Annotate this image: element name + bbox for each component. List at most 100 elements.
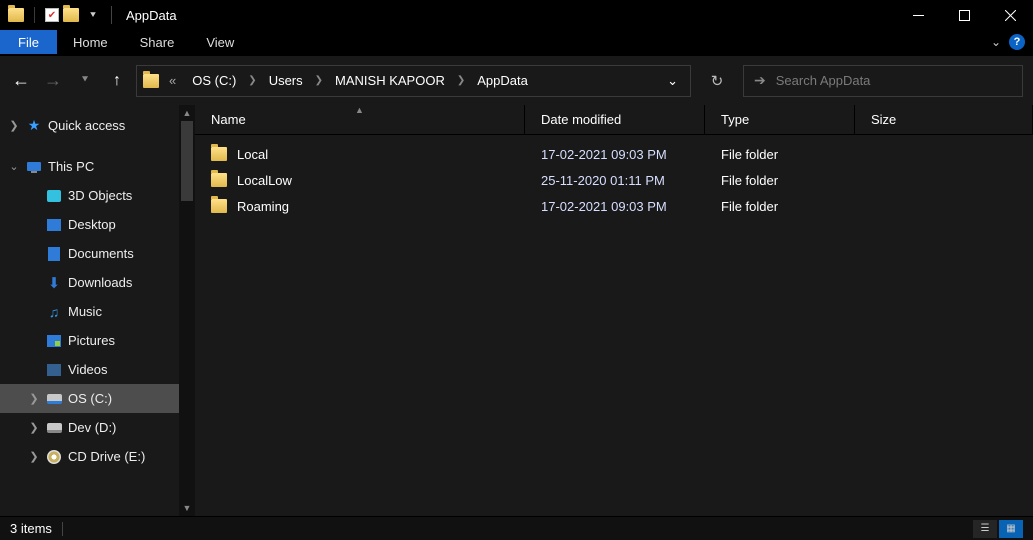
separator	[111, 6, 112, 24]
breadcrumb-item[interactable]: MANISH KAPOOR	[329, 73, 451, 88]
file-row[interactable]: Roaming 17-02-2021 09:03 PM File folder	[195, 193, 1033, 219]
pictures-icon	[46, 333, 62, 349]
file-row[interactable]: Local 17-02-2021 09:03 PM File folder	[195, 141, 1033, 167]
downloads-icon: ⬇	[46, 275, 62, 291]
tab-home[interactable]: Home	[57, 30, 124, 54]
tree-label: Quick access	[48, 118, 125, 133]
tree-label: Desktop	[68, 217, 116, 232]
search-icon: ➔	[754, 72, 766, 89]
help-button[interactable]: ?	[1009, 34, 1025, 50]
search-box[interactable]: ➔	[743, 65, 1023, 97]
tree-label: 3D Objects	[68, 188, 132, 203]
column-label: Size	[871, 112, 896, 127]
tree-label: Downloads	[68, 275, 132, 290]
scrollbar-thumb[interactable]	[181, 121, 193, 201]
file-date: 25-11-2020 01:11 PM	[525, 173, 705, 188]
breadcrumb-overflow[interactable]: «	[163, 73, 182, 88]
qat-dropdown-icon[interactable]: ⯆	[89, 10, 97, 21]
status-bar: 3 items ☰ ▦	[0, 516, 1033, 540]
breadcrumb-item[interactable]: Users	[263, 73, 309, 88]
this-pc-icon	[26, 159, 42, 175]
tree-item-music[interactable]: ♫ Music	[0, 297, 195, 326]
column-label: Name	[211, 112, 246, 127]
tab-share[interactable]: Share	[124, 30, 191, 54]
file-name: Roaming	[237, 199, 289, 214]
address-bar[interactable]: « OS (C:) ❯ Users ❯ MANISH KAPOOR ❯ AppD…	[136, 65, 691, 97]
column-type[interactable]: Type	[705, 105, 855, 134]
folder-icon	[211, 172, 227, 188]
expand-icon[interactable]: ❯	[8, 119, 20, 132]
file-name: Local	[237, 147, 268, 162]
refresh-button[interactable]: ↻	[699, 65, 735, 97]
minimize-button[interactable]	[895, 0, 941, 30]
tree-item-dev-d[interactable]: ❯ Dev (D:)	[0, 413, 195, 442]
music-icon: ♫	[46, 304, 62, 320]
column-name[interactable]: Name▲	[195, 105, 525, 134]
properties-icon[interactable]	[45, 8, 59, 22]
scroll-up-icon[interactable]: ▲	[179, 105, 195, 121]
tree-label: Music	[68, 304, 102, 319]
close-button[interactable]	[987, 0, 1033, 30]
grid-icon: ▦	[1006, 523, 1015, 534]
tree-label: This PC	[48, 159, 94, 174]
column-size[interactable]: Size	[855, 105, 1033, 134]
file-date: 17-02-2021 09:03 PM	[525, 147, 705, 162]
up-button[interactable]: ↑	[106, 72, 128, 90]
breadcrumb-item[interactable]: OS (C:)	[186, 73, 242, 88]
chevron-right-icon[interactable]: ❯	[313, 75, 325, 86]
chevron-right-icon[interactable]: ❯	[246, 75, 258, 86]
address-history-icon[interactable]: ⌄	[667, 73, 678, 89]
file-type: File folder	[705, 173, 855, 188]
tree-item-cd-drive-e[interactable]: ❯ CD Drive (E:)	[0, 442, 195, 471]
file-row[interactable]: LocalLow 25-11-2020 01:11 PM File folder	[195, 167, 1033, 193]
window-title: AppData	[126, 8, 177, 23]
tree-label: Pictures	[68, 333, 115, 348]
tree-item-videos[interactable]: Videos	[0, 355, 195, 384]
tab-view[interactable]: View	[190, 30, 250, 54]
folder-icon	[63, 7, 79, 23]
column-date-modified[interactable]: Date modified	[525, 105, 705, 134]
chevron-right-icon[interactable]: ❯	[455, 75, 467, 86]
navigation-row: ← → ⯆ ↑ « OS (C:) ❯ Users ❯ MANISH KAPOO…	[0, 55, 1033, 105]
expand-icon[interactable]: ❯	[28, 450, 40, 463]
folder-icon	[8, 7, 24, 23]
tree-item-downloads[interactable]: ⬇ Downloads	[0, 268, 195, 297]
file-date: 17-02-2021 09:03 PM	[525, 199, 705, 214]
tree-this-pc[interactable]: ⌄ This PC	[0, 152, 195, 181]
scroll-down-icon[interactable]: ▼	[179, 500, 195, 516]
folder-icon	[211, 146, 227, 162]
details-view-button[interactable]: ☰	[973, 520, 997, 538]
column-label: Date modified	[541, 112, 621, 127]
tree-label: CD Drive (E:)	[68, 449, 145, 464]
back-button[interactable]: ←	[10, 70, 32, 91]
folder-icon	[143, 73, 159, 89]
breadcrumb-item[interactable]: AppData	[471, 73, 534, 88]
star-icon: ★	[26, 118, 42, 134]
expand-icon[interactable]: ❯	[28, 392, 40, 405]
large-icons-view-button[interactable]: ▦	[999, 520, 1023, 538]
tree-item-3d-objects[interactable]: 3D Objects	[0, 181, 195, 210]
search-input[interactable]	[776, 73, 1012, 88]
tab-file[interactable]: File	[0, 30, 57, 54]
videos-icon	[46, 362, 62, 378]
separator	[34, 7, 35, 23]
navpane-scrollbar[interactable]: ▲ ▼	[179, 105, 195, 516]
tree-item-desktop[interactable]: Desktop	[0, 210, 195, 239]
column-label: Type	[721, 112, 749, 127]
title-bar: ⯆ AppData	[0, 0, 1033, 30]
tree-item-pictures[interactable]: Pictures	[0, 326, 195, 355]
desktop-icon	[46, 217, 62, 233]
tree-label: OS (C:)	[68, 391, 112, 406]
tree-item-os-c[interactable]: ❯ OS (C:)	[0, 384, 195, 413]
expand-icon[interactable]: ❯	[28, 421, 40, 434]
tree-item-documents[interactable]: Documents	[0, 239, 195, 268]
recent-locations-button[interactable]: ⯆	[74, 74, 96, 87]
tree-quick-access[interactable]: ❯ ★ Quick access	[0, 111, 195, 140]
file-type: File folder	[705, 147, 855, 162]
collapse-icon[interactable]: ⌄	[8, 160, 20, 173]
tree-label: Documents	[68, 246, 134, 261]
drive-icon	[46, 391, 62, 407]
ribbon-collapse-icon[interactable]: ⌄	[991, 35, 1001, 49]
maximize-button[interactable]	[941, 0, 987, 30]
forward-button[interactable]: →	[42, 70, 64, 91]
